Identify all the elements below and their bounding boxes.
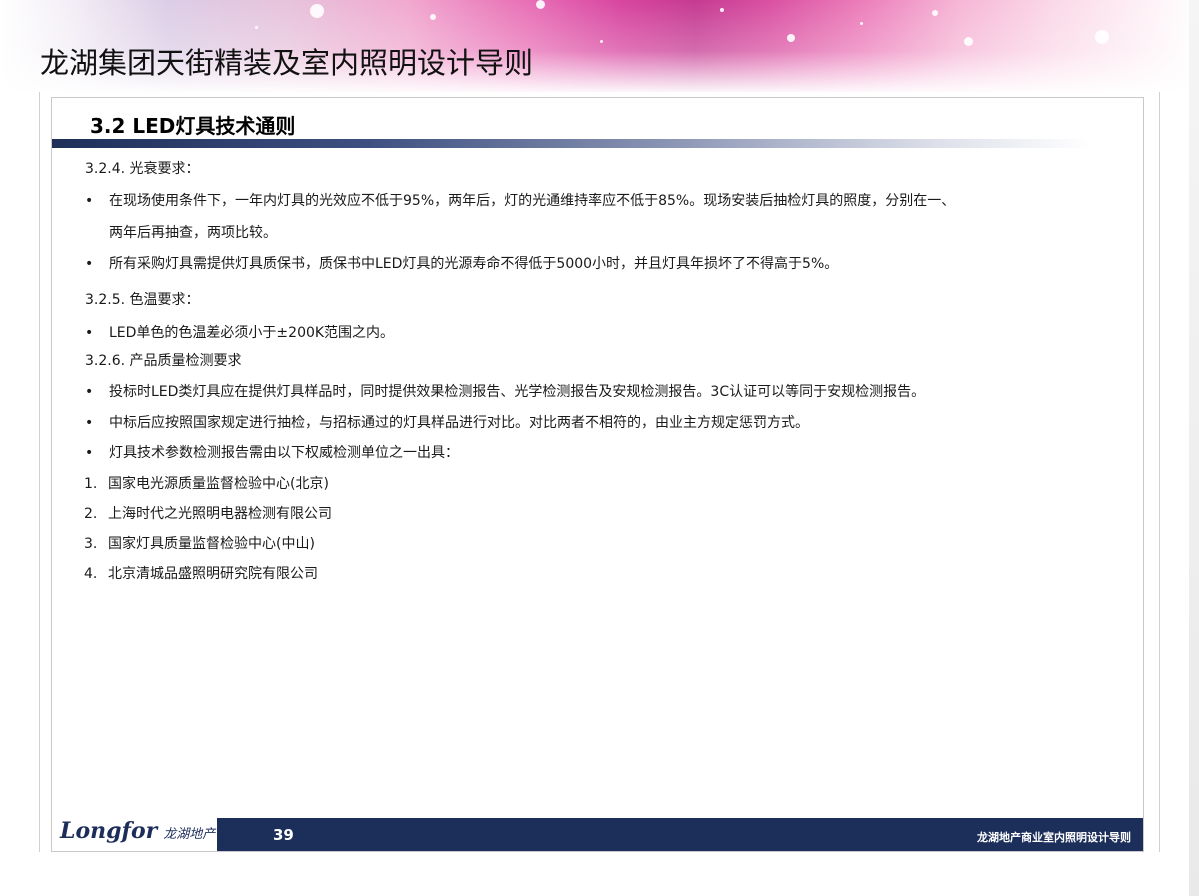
list-item: • 在现场使用条件下，一年内灯具的光效应不低于95%，两年后，灯的光通维持率应不低… bbox=[85, 190, 955, 212]
item-number: 2. bbox=[84, 506, 98, 522]
item-text: 国家电光源质量监督检验中心(北京) bbox=[108, 476, 329, 492]
item-number: 3. bbox=[84, 536, 98, 552]
item-text: 国家灯具质量监督检验中心(中山) bbox=[108, 536, 315, 552]
bullet-text: 中标后应按照国家规定进行抽检，与招标通过的灯具样品进行对比。对比两者不相符的，由… bbox=[109, 415, 809, 431]
list-item: • LED单色的色温差必须小于±200K范围之内。 bbox=[85, 322, 394, 344]
frame-left-edge bbox=[39, 92, 40, 852]
bullet-marker: • bbox=[85, 415, 94, 431]
page-title: 龙湖集团天街精装及室内照明设计导则 bbox=[40, 46, 534, 80]
banner-sparkle bbox=[310, 4, 324, 18]
banner-sparkle bbox=[787, 34, 795, 42]
bullet-text: 在现场使用条件下，一年内灯具的光效应不低于95%，两年后，灯的光通维持率应不低于… bbox=[109, 193, 956, 209]
company-logo: Longfor 龙湖地产 bbox=[60, 818, 215, 844]
bullet-continuation: 两年后再抽查，两项比较。 bbox=[109, 225, 277, 241]
logo-brand-text: Longfor bbox=[60, 818, 158, 844]
list-item: • 中标后应按照国家规定进行抽检，与招标通过的灯具样品进行对比。对比两者不相符的，… bbox=[85, 412, 809, 434]
numbered-item: 1. 国家电光源质量监督检验中心(北京) bbox=[84, 473, 329, 495]
footer-bar: 39 龙湖地产商业室内照明设计导则 bbox=[217, 818, 1143, 851]
numbered-item: 4. 北京清城品盛照明研究院有限公司 bbox=[84, 563, 318, 585]
frame-right-edge bbox=[1159, 92, 1160, 852]
subsection-heading: 3.2.5. 色温要求： bbox=[85, 292, 200, 308]
bullet-marker: • bbox=[85, 325, 94, 341]
numbered-item: 3. 国家灯具质量监督检验中心(中山) bbox=[84, 533, 315, 555]
item-text: 北京清城品盛照明研究院有限公司 bbox=[108, 566, 318, 582]
list-item: • 投标时LED类灯具应在提供灯具样品时，同时提供效果检测报告、光学检测报告及安规… bbox=[85, 381, 925, 403]
bullet-text: 所有采购灯具需提供灯具质保书，质保书中LED灯具的光源寿命不得低于5000小时，… bbox=[109, 256, 839, 272]
bullet-text: 灯具技术参数检测报告需由以下权威检测单位之一出具： bbox=[109, 445, 459, 461]
banner-sparkle bbox=[1095, 30, 1109, 44]
bullet-marker: • bbox=[85, 445, 94, 461]
window-edge-stripe bbox=[1189, 0, 1199, 896]
banner-sparkle bbox=[536, 0, 545, 9]
banner-sparkle bbox=[860, 22, 863, 25]
logo-cn-text: 龙湖地产 bbox=[163, 827, 216, 842]
list-item: • 灯具技术参数检测报告需由以下权威检测单位之一出具： bbox=[85, 442, 459, 464]
section-title: 3.2 LED灯具技术通则 bbox=[90, 114, 296, 138]
numbered-item: 2. 上海时代之光照明电器检测有限公司 bbox=[84, 503, 332, 525]
item-number: 4. bbox=[84, 566, 98, 582]
banner-sparkle bbox=[932, 10, 938, 16]
banner-sparkle bbox=[255, 26, 258, 29]
banner-sparkle bbox=[430, 14, 436, 20]
bullet-text: 投标时LED类灯具应在提供灯具样品时，同时提供效果检测报告、光学检测报告及安规检… bbox=[109, 384, 926, 400]
banner-sparkle bbox=[964, 37, 973, 46]
bullet-marker: • bbox=[85, 256, 94, 272]
page-number: 39 bbox=[273, 826, 294, 844]
bullet-marker: • bbox=[85, 193, 94, 209]
bullet-marker: • bbox=[85, 384, 94, 400]
banner-sparkle bbox=[720, 8, 724, 12]
section-divider bbox=[52, 139, 1092, 148]
footer-doc-title: 龙湖地产商业室内照明设计导则 bbox=[977, 831, 1131, 844]
item-number: 1. bbox=[84, 476, 98, 492]
subsection-heading: 3.2.4. 光衰要求： bbox=[85, 161, 200, 177]
item-text: 上海时代之光照明电器检测有限公司 bbox=[108, 506, 332, 522]
bullet-text: LED单色的色温差必须小于±200K范围之内。 bbox=[109, 325, 395, 341]
list-item: • 所有采购灯具需提供灯具质保书，质保书中LED灯具的光源寿命不得低于5000小时… bbox=[85, 253, 838, 275]
subsection-heading: 3.2.6. 产品质量检测要求 bbox=[85, 353, 242, 369]
banner-sparkle bbox=[600, 40, 603, 43]
